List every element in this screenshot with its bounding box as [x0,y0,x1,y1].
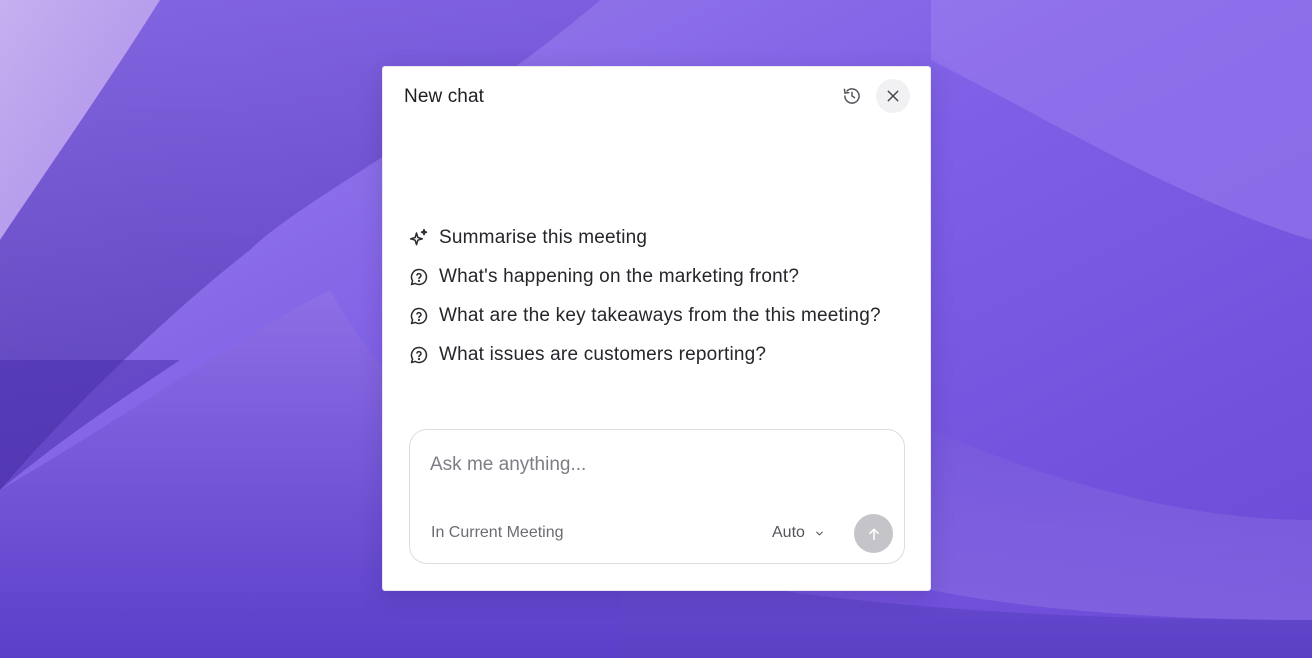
close-button[interactable] [876,79,910,113]
message-input[interactable] [430,450,880,480]
history-icon [843,88,860,104]
chevron-down-icon [814,528,825,539]
suggestion-label: Summarise this meeting [439,226,648,248]
chat-composer: In Current Meeting Auto [409,429,905,564]
model-label: Auto [772,524,805,541]
model-selector[interactable]: Auto [772,524,825,542]
suggestion-label: What issues are customers reporting? [439,343,767,365]
suggestion-label: What are the key takeaways from the this… [439,304,881,326]
suggestion-list: Summarise this meeting What's happening … [409,218,919,374]
question-bubble-icon [409,306,429,326]
history-button[interactable] [835,79,869,113]
suggestion-takeaways[interactable]: What are the key takeaways from the this… [409,296,919,335]
suggestion-marketing[interactable]: What's happening on the marketing front? [409,257,919,296]
suggestion-customer-issues[interactable]: What issues are customers reporting? [409,335,919,374]
sparkle-icon [409,228,429,248]
arrow-up-icon [868,528,879,540]
context-scope-selector[interactable]: In Current Meeting [431,524,564,542]
desktop: New chat Summarise this meeting What's h… [0,0,1312,658]
suggestion-label: What's happening on the marketing front? [439,265,800,287]
question-bubble-icon [409,267,429,287]
question-bubble-icon [409,345,429,365]
suggestion-summarise[interactable]: Summarise this meeting [409,218,919,257]
chat-panel: New chat Summarise this meeting What's h… [382,66,931,591]
send-button[interactable] [854,514,893,553]
chat-title: New chat [404,86,485,107]
close-icon [887,90,899,102]
